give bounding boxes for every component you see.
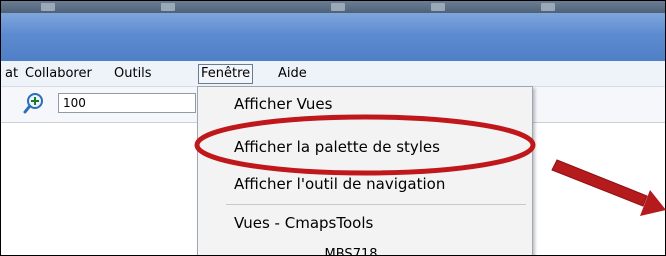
menu-fenetre[interactable]: Fenêtre bbox=[198, 64, 254, 84]
toolbar-button[interactable] bbox=[331, 3, 345, 11]
toolbar-button[interactable] bbox=[541, 3, 555, 11]
menu-outils[interactable]: Outils bbox=[112, 65, 154, 83]
app-window: at Collaborer Outils Fenêtre Aide 100 Af… bbox=[0, 0, 666, 256]
menu-item-vues-cmapstools[interactable]: Vues - CmapsTools bbox=[234, 214, 373, 232]
menu-item-afficher-vues[interactable]: Afficher Vues bbox=[234, 95, 332, 113]
menu-format[interactable]: at bbox=[3, 65, 20, 83]
menu-aide[interactable]: Aide bbox=[276, 65, 309, 83]
zoom-input[interactable]: 100 bbox=[58, 93, 196, 113]
menu-item-palette-styles[interactable]: Afficher la palette de styles bbox=[234, 138, 440, 156]
fenetre-menu-dropdown: Afficher Vues Afficher la palette de sty… bbox=[197, 86, 533, 255]
menu-item-outil-navigation[interactable]: Afficher l'outil de navigation bbox=[234, 175, 445, 193]
toolbar-button[interactable] bbox=[41, 3, 55, 11]
title-bar bbox=[1, 13, 665, 61]
menu-separator bbox=[226, 204, 526, 205]
zoom-in-icon[interactable] bbox=[23, 92, 45, 114]
toolbar-button[interactable] bbox=[431, 3, 445, 11]
menu-collaborer[interactable]: Collaborer bbox=[23, 65, 94, 83]
toolbar-strip-top bbox=[1, 1, 665, 13]
toolbar-button[interactable] bbox=[161, 3, 175, 11]
menu-bar: at Collaborer Outils Fenêtre Aide bbox=[1, 61, 665, 87]
menu-item-window-entry[interactable]: ... MBS718 bbox=[308, 247, 378, 255]
